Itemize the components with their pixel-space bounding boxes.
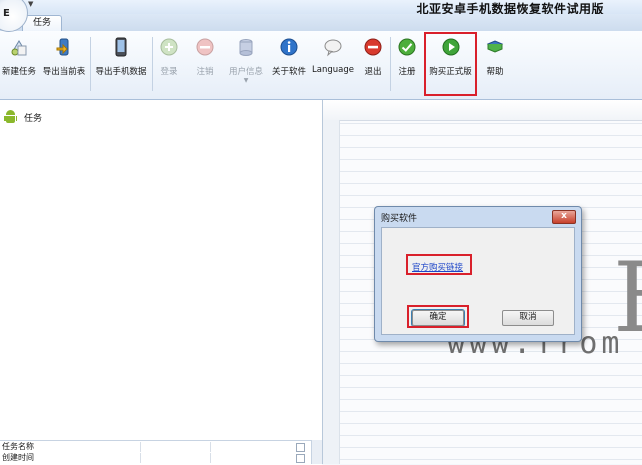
ribbon-tab-strip: 任务 (0, 14, 642, 32)
quick-access-dropdown-icon[interactable]: ▼ (28, 0, 33, 8)
buy-button-highlight-box (424, 32, 477, 96)
export-phone-button[interactable]: 导出手机数据 (92, 33, 150, 95)
register-button[interactable]: 注册 (392, 33, 422, 95)
tab-task[interactable]: 任务 (22, 15, 62, 32)
ribbon-toolbar: 新建任务 导出当前表 导出手机数据 登录 注销 用户信息 ▼ 关于软件 Lang… (0, 31, 642, 100)
purchase-link-highlight-box (406, 254, 472, 275)
logout-label: 注销 (196, 67, 214, 77)
user-info-button[interactable]: 用户信息 ▼ (224, 33, 268, 95)
help-book-icon (485, 37, 505, 57)
title-bar: E ▼ 北亚安卓手机数据恢复软件试用版 (0, 0, 642, 32)
about-label: 关于软件 (271, 67, 306, 77)
checkmark-icon (397, 37, 417, 57)
property-checkbox[interactable] (296, 443, 305, 452)
cancel-button[interactable]: 取消 (502, 310, 554, 326)
language-button[interactable]: Language (312, 33, 354, 95)
task-property-grid: 任务名称 创建时间 (0, 440, 322, 465)
tree-item-label: 任务 (24, 114, 43, 124)
login-button[interactable]: 登录 (154, 33, 184, 95)
exit-label: 退出 (364, 67, 382, 77)
about-button[interactable]: 关于软件 (270, 33, 308, 95)
new-task-icon (9, 37, 29, 57)
dialog-title: 购买软件 (381, 214, 418, 224)
property-row[interactable]: 任务名称 (0, 442, 312, 452)
property-key: 任务名称 (2, 442, 34, 451)
ribbon-separator (152, 37, 153, 91)
android-icon (4, 110, 17, 124)
property-row[interactable]: 创建时间 (0, 453, 312, 463)
user-info-icon (236, 37, 256, 57)
dialog-body: 官方购买链接 确定 取消 (381, 227, 575, 335)
user-info-label: 用户信息 (228, 67, 263, 77)
ribbon-separator (390, 37, 391, 91)
property-grid-scrollbar[interactable] (311, 440, 322, 464)
language-label: Language (312, 65, 354, 75)
logout-button[interactable]: 注销 (188, 33, 222, 95)
login-icon (159, 37, 179, 57)
close-icon: x (561, 211, 567, 221)
app-orb-label: E (3, 8, 10, 19)
property-checkbox[interactable] (296, 454, 305, 463)
content-panel-gutter (323, 120, 340, 464)
new-task-label: 新建任务 (1, 67, 36, 77)
new-task-button[interactable]: 新建任务 (0, 33, 38, 95)
ribbon-separator (90, 37, 91, 91)
task-tree-panel: 任务 任务名称 创建时间 (0, 100, 323, 465)
register-label: 注册 (398, 67, 416, 77)
content-panel-header (323, 100, 642, 121)
exit-icon (363, 37, 383, 57)
help-label: 帮助 (486, 67, 504, 77)
login-label: 登录 (160, 67, 178, 77)
logout-icon (195, 37, 215, 57)
info-icon (279, 37, 299, 57)
export-phone-label: 导出手机数据 (95, 67, 147, 77)
dialog-close-button[interactable]: x (552, 210, 576, 224)
export-table-button[interactable]: 导出当前表 (40, 33, 88, 95)
property-key: 创建时间 (2, 453, 34, 462)
user-info-dropdown-icon: ▼ (243, 77, 249, 84)
speech-bubble-icon (323, 37, 343, 57)
export-phone-icon (111, 37, 131, 57)
buy-software-dialog: 购买软件 x 官方购买链接 确定 取消 (374, 206, 582, 342)
exit-button[interactable]: 退出 (358, 33, 388, 95)
help-button[interactable]: 帮助 (480, 33, 510, 95)
ok-button-highlight-box (407, 305, 469, 328)
export-table-label: 导出当前表 (42, 67, 86, 77)
export-table-icon (54, 37, 74, 57)
